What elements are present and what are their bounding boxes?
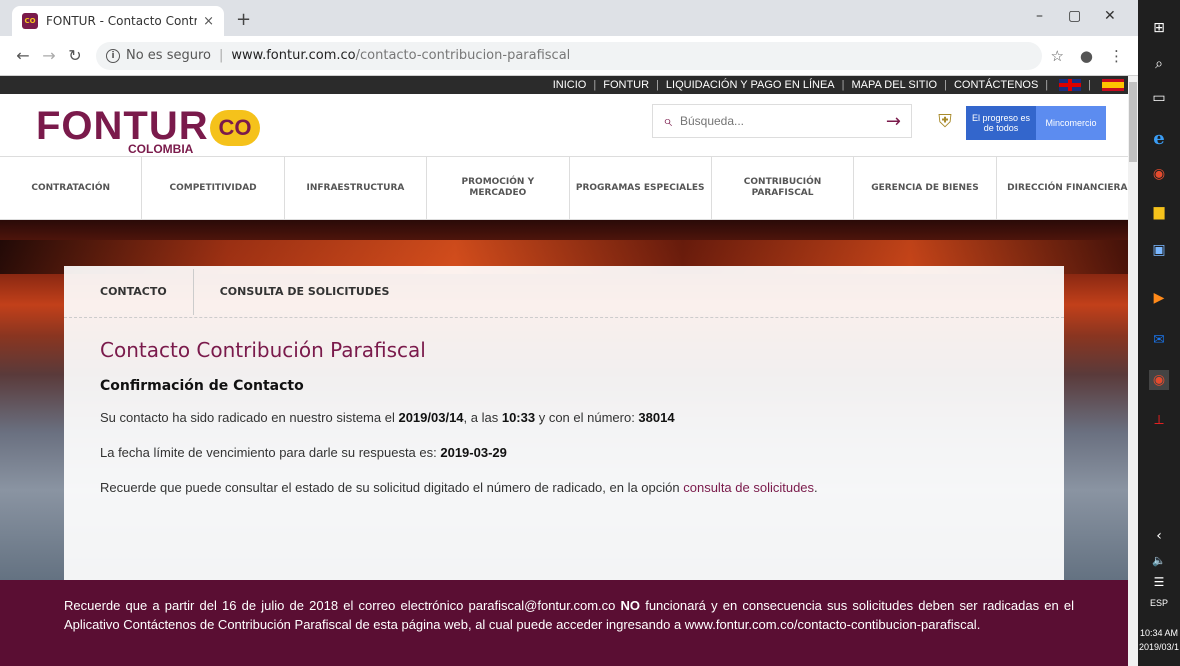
logo-country: COLOMBIA	[128, 142, 194, 156]
confirmation-line: Su contacto ha sido radicado en nuestro …	[100, 410, 675, 425]
radicado-time: 10:33	[501, 410, 536, 425]
scrollbar-thumb[interactable]	[1129, 82, 1137, 162]
tab-close-icon[interactable]: ×	[203, 14, 214, 29]
taskbar-search-icon[interactable]: ⌕	[1149, 54, 1169, 74]
task-view-icon[interactable]: ▭	[1149, 88, 1169, 108]
fontur-logo[interactable]: FONTUR COLOMBIA CO	[36, 104, 260, 156]
maximize-button[interactable]: ▢	[1068, 8, 1081, 24]
english-flag-icon[interactable]	[1059, 79, 1082, 91]
minimize-button[interactable]: –	[1036, 8, 1043, 24]
outlook-icon[interactable]: ✉	[1149, 330, 1169, 350]
forward-arrow-icon[interactable]: →	[36, 46, 62, 65]
topnav-mapa[interactable]: MAPA DEL SITIO	[852, 79, 938, 91]
info-icon[interactable]: i	[106, 48, 120, 63]
main-nav: CONTRATACIÓN COMPETITIVIDAD INFRAESTRUCT…	[0, 156, 1138, 220]
deadline-date: 2019-03-29	[440, 445, 507, 460]
browser-tab[interactable]: CO FONTUR - Contacto Contribución ×	[12, 6, 224, 36]
topnav-inicio[interactable]: INICIO	[553, 79, 587, 91]
page-scrollbar[interactable]	[1128, 76, 1138, 666]
colombia-shield-icon: ⛨	[938, 110, 952, 132]
nav-competitividad[interactable]: COMPETITIVIDAD	[142, 157, 285, 219]
network-app-icon[interactable]: ▣	[1149, 240, 1169, 260]
gov-badge[interactable]: El progreso es de todos Mincomercio	[966, 106, 1106, 140]
address-bar[interactable]: i No es seguro | www.fontur.com.co/conta…	[96, 41, 1043, 70]
topnav-contactenos[interactable]: CONTÁCTENOS	[954, 79, 1038, 91]
media-app-icon[interactable]: ▶	[1149, 288, 1169, 308]
topnav-fontur[interactable]: FONTUR	[603, 79, 649, 91]
browser-window: CO FONTUR - Contacto Contribución × + – …	[0, 0, 1138, 666]
nav-contribucion[interactable]: CONTRIBUCIÓN PARAFISCAL	[712, 157, 855, 219]
clock-time[interactable]: 10:34 AM	[1138, 628, 1180, 638]
back-arrow-icon[interactable]: ←	[10, 46, 36, 65]
omnibar: ← → ↻ i No es seguro | www.fontur.com.co…	[0, 36, 1138, 76]
card-body: Contacto Contribución Parafiscal Confirm…	[64, 318, 1064, 535]
fontur-favicon-icon: CO	[22, 13, 38, 29]
content-card: CONTACTO CONSULTA DE SOLICITUDES Contact…	[64, 266, 1064, 606]
top-utility-nav: INICIO | FONTUR | LIQUIDACIÓN Y PAGO EN LÍ…	[0, 76, 1138, 94]
chrome-icon[interactable]: ◉	[1149, 164, 1169, 184]
nav-direccion[interactable]: DIRECCIÓN FINANCIERA	[997, 157, 1138, 219]
notice-footer: Recuerde que a partir del 16 de julio de…	[0, 580, 1138, 666]
url-separator: |	[219, 48, 224, 63]
nav-promocion[interactable]: PROMOCIÓN Y MERCADEO	[427, 157, 570, 219]
search-input[interactable]	[679, 114, 886, 128]
notice-bold-no: NO	[620, 598, 641, 613]
windows-start-icon[interactable]: ⊞	[1149, 18, 1169, 38]
logo-wordmark: FONTUR	[36, 104, 209, 148]
radicado-number: 38014	[638, 410, 675, 425]
radicado-date: 2019/03/14	[398, 410, 464, 425]
new-tab-button[interactable]: +	[236, 9, 251, 30]
notifications-icon[interactable]: ☰	[1149, 572, 1169, 592]
nav-contratacion[interactable]: CONTRATACIÓN	[0, 157, 143, 219]
bookmark-star-icon[interactable]: ☆	[1050, 47, 1063, 65]
nav-gerencia[interactable]: GERENCIA DE BIENES	[854, 157, 997, 219]
subtab-divider	[192, 268, 194, 315]
url-domain: www.fontur.com.co	[231, 48, 356, 63]
chrome-active-icon[interactable]: ◉	[1149, 370, 1169, 390]
confirmation-title: Confirmación de Contacto	[100, 378, 304, 394]
close-window-button[interactable]: ✕	[1104, 8, 1116, 24]
tab-contacto[interactable]: CONTACTO	[100, 285, 167, 298]
search-icon: ⌕	[663, 111, 672, 130]
site-header: FONTUR COLOMBIA CO ⌕ → ⛨ El progreso es …	[0, 94, 1138, 156]
tab-strip: CO FONTUR - Contacto Contribución × + – …	[0, 0, 1138, 36]
deadline-line: La fecha límite de vencimiento para darl…	[100, 445, 507, 460]
edge-icon[interactable]: e	[1149, 128, 1169, 149]
menu-dots-icon[interactable]: ⋮	[1109, 47, 1124, 65]
clock-date[interactable]: 2019/03/1	[1138, 642, 1180, 652]
url-path: /contacto-contribucion-parafiscal	[355, 48, 571, 63]
spanish-flag-icon[interactable]	[1102, 79, 1124, 91]
tab-title: FONTUR - Contacto Contribución	[46, 14, 198, 28]
topnav-liquidacion[interactable]: LIQUIDACIÓN Y PAGO EN LÍNEA	[666, 79, 835, 91]
reload-icon[interactable]: ↻	[62, 46, 88, 65]
tab-consulta-solicitudes[interactable]: CONSULTA DE SOLICITUDES	[220, 285, 390, 298]
file-explorer-icon[interactable]: ▆	[1149, 202, 1169, 222]
logo-co-badge: CO	[210, 110, 260, 146]
page-viewport: INICIO | FONTUR | LIQUIDACIÓN Y PAGO EN LÍ…	[0, 76, 1138, 666]
windows-taskbar: ⊞ ⌕ ▭ e ◉ ▆ ▣ ▶ ✉ ◉ ⟂ ‹ 🔈 ☰ ESP 10:34 AM…	[1138, 0, 1180, 666]
pdf-reader-icon[interactable]: ⟂	[1149, 410, 1169, 430]
search-box: ⌕ →	[652, 104, 912, 138]
page-title: Contacto Contribución Parafiscal	[100, 338, 426, 362]
network-volume-icon[interactable]: 🔈	[1149, 550, 1169, 570]
nav-infraestructura[interactable]: INFRAESTRUCTURA	[285, 157, 428, 219]
search-submit-arrow-icon[interactable]: →	[886, 111, 901, 132]
sub-tabs: CONTACTO CONSULTA DE SOLICITUDES	[64, 266, 1064, 318]
gov-slogan: El progreso es de todos	[966, 106, 1036, 140]
language-indicator[interactable]: ESP	[1138, 598, 1180, 608]
show-hidden-icons-chevron-icon[interactable]: ‹	[1149, 526, 1169, 546]
security-label: No es seguro	[126, 48, 211, 63]
consulta-solicitudes-link[interactable]: consulta de solicitudes	[683, 480, 814, 495]
consult-line: Recuerde que puede consultar el estado d…	[100, 480, 818, 495]
profile-icon[interactable]: ●	[1080, 47, 1093, 65]
gov-ministry: Mincomercio	[1036, 106, 1106, 140]
nav-programas[interactable]: PROGRAMAS ESPECIALES	[570, 157, 712, 219]
